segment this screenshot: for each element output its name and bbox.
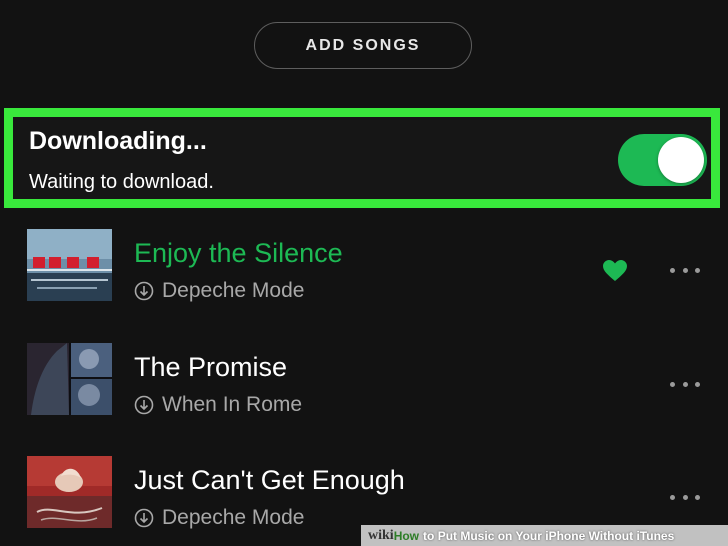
track-title: Just Can't Get Enough: [134, 465, 405, 495]
track-title: Enjoy the Silence: [134, 238, 343, 268]
more-options-icon[interactable]: [670, 489, 700, 505]
watermark-title: to Put Music on Your iPhone Without iTun…: [423, 528, 675, 543]
track-artist-line: When In Rome: [134, 393, 302, 417]
download-title: Downloading...: [29, 127, 207, 155]
album-cover: [27, 456, 112, 528]
track-row-1[interactable]: Enjoy the Silence Depeche Mode: [0, 226, 728, 314]
watermark-how: How: [393, 528, 420, 543]
download-status: Waiting to download.: [29, 171, 214, 193]
add-songs-button[interactable]: ADD SONGS: [254, 22, 472, 69]
track-artist: Depeche Mode: [162, 279, 305, 302]
more-options-icon[interactable]: [670, 376, 700, 392]
track-artist: Depeche Mode: [162, 506, 305, 529]
heart-icon[interactable]: [602, 259, 628, 283]
track-artist-line: Depeche Mode: [134, 279, 304, 303]
download-toggle[interactable]: [618, 134, 707, 186]
download-circle-icon: [134, 508, 154, 528]
download-circle-icon: [134, 395, 154, 415]
download-panel: Downloading... Waiting to download.: [4, 108, 720, 208]
download-circle-icon: [134, 281, 154, 301]
album-cover: [27, 343, 112, 415]
wikihow-watermark: wiki How to Put Music on Your iPhone Wit…: [361, 525, 728, 546]
track-title: The Promise: [134, 352, 288, 382]
track-artist-line: Depeche Mode: [134, 506, 304, 530]
watermark-wiki: wiki: [368, 527, 394, 543]
toggle-knob: [658, 137, 704, 183]
track-artist: When In Rome: [162, 393, 303, 416]
more-options-icon[interactable]: [670, 262, 700, 278]
track-row-2[interactable]: The Promise When In Rome: [0, 340, 728, 428]
album-cover: [27, 229, 112, 301]
